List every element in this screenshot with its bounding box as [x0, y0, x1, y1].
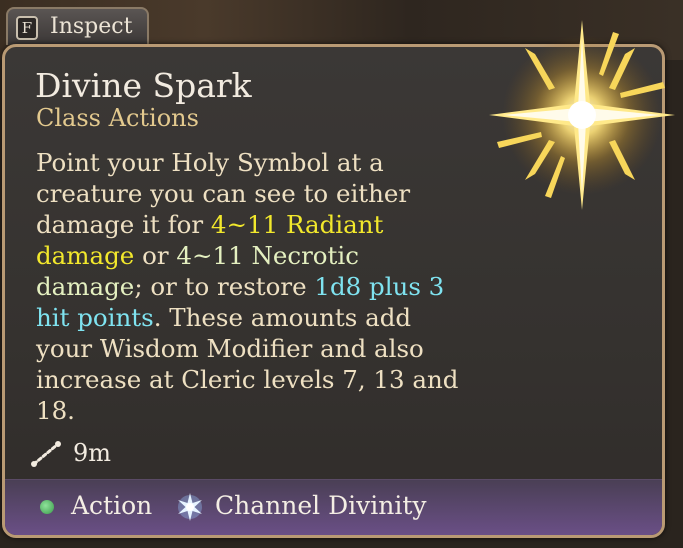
spell-title: Divine Spark — [35, 66, 252, 105]
spell-description: Point your Holy Symbol at a creature you… — [36, 147, 466, 426]
range-icon — [31, 441, 61, 467]
action-dot-icon — [40, 500, 54, 514]
action-cost-label: Action — [71, 491, 153, 520]
channel-divinity-cost-label: Channel Divinity — [215, 491, 427, 520]
inspect-label: Inspect — [50, 14, 133, 39]
divine-spark-icon — [489, 20, 675, 210]
description-text: or — [134, 241, 177, 270]
inspect-tab[interactable]: F Inspect — [6, 7, 149, 45]
spell-category: Class Actions — [36, 104, 199, 132]
cost-footer: Action Channel Divinity — [5, 479, 662, 535]
range-value: 9m — [73, 439, 112, 467]
inspect-key-badge: F — [16, 16, 38, 40]
description-text: ; or to restore — [134, 272, 315, 301]
channel-divinity-icon — [178, 493, 202, 521]
